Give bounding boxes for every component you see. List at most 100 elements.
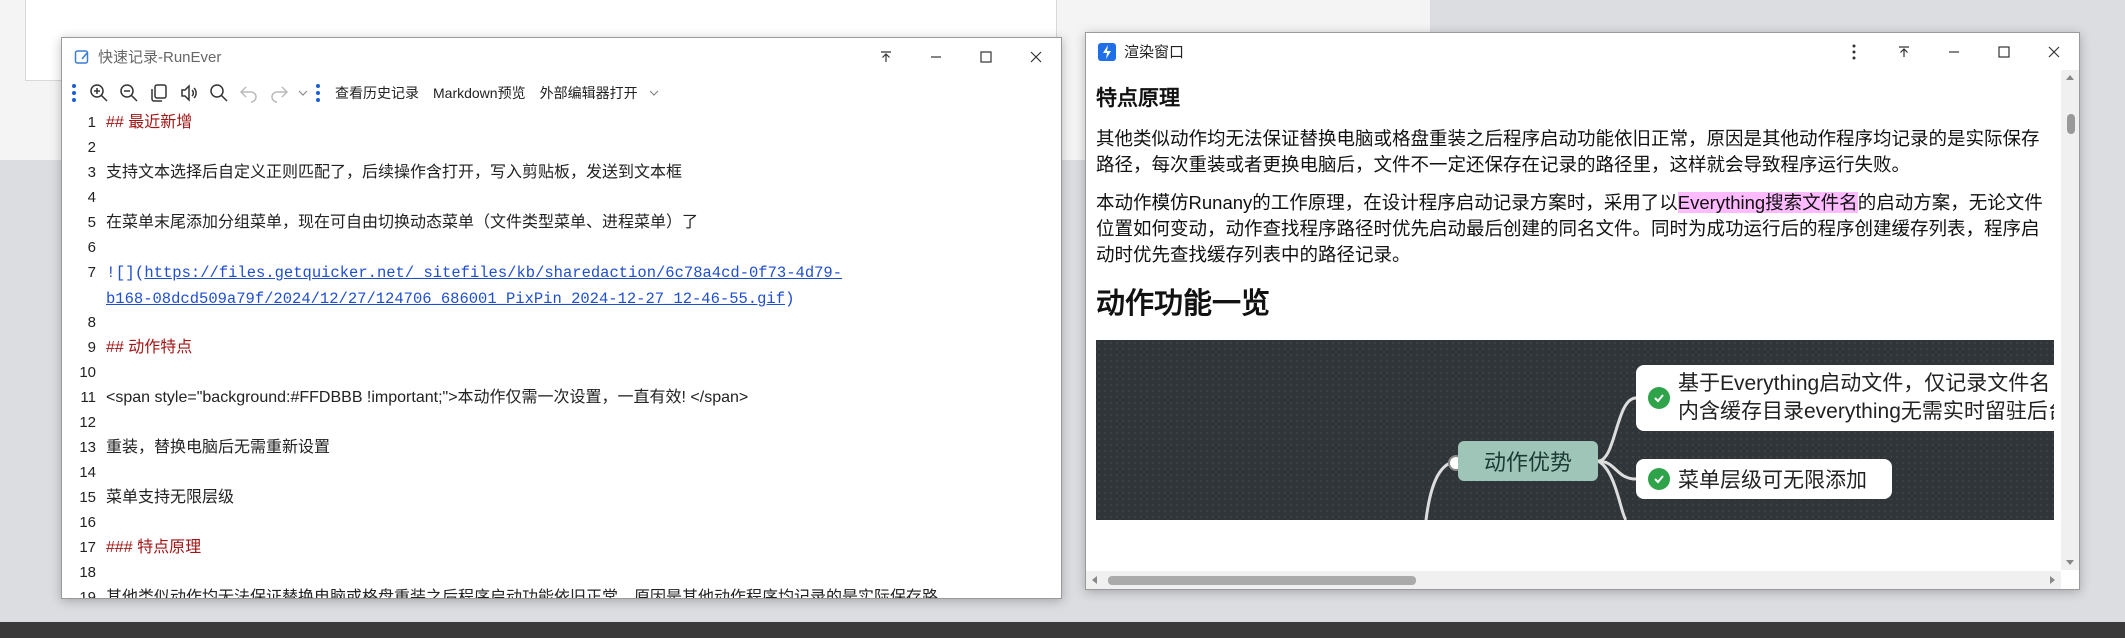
horizontal-scrollbar[interactable]	[1086, 571, 2061, 589]
check-icon	[1648, 387, 1670, 409]
render-titlebar[interactable]: 渲染窗口	[1086, 33, 2079, 70]
image-url-part1[interactable]: https://files.getquicker.net/_sitefiles/…	[144, 264, 842, 282]
render-title: 渲染窗口	[1124, 44, 1185, 61]
line-text: ### 特点原理	[106, 539, 202, 556]
zoom-in-button[interactable]	[86, 80, 112, 106]
vertical-scroll-thumb[interactable]	[2067, 114, 2075, 134]
section-heading: 特点原理	[1096, 87, 1180, 110]
chevron-down-icon	[298, 90, 308, 96]
external-editor-button[interactable]: 外部编辑器打开	[535, 83, 643, 103]
line-number: 16	[79, 514, 96, 531]
line-text: 支持文本选择后自定义正则匹配了，后续操作含打开，写入剪贴板，发送到文本框	[106, 164, 683, 181]
line-number: 5	[87, 214, 96, 231]
close-icon	[1030, 51, 1042, 62]
minimize-button[interactable]	[911, 38, 961, 75]
close-button[interactable]	[1011, 38, 1061, 75]
code-line: 1 ## 最近新增	[62, 110, 1061, 135]
redo-dropdown-button[interactable]	[296, 80, 310, 106]
line-number: 7	[87, 264, 96, 281]
note-icon	[74, 49, 90, 65]
line-number: 9	[87, 339, 96, 356]
line-number: 4	[87, 189, 96, 206]
maximize-icon	[1998, 45, 2010, 58]
maximize-icon	[980, 50, 992, 63]
scroll-left-icon[interactable]	[1090, 575, 1098, 585]
scroll-up-icon[interactable]	[2065, 73, 2075, 81]
code-line: 18	[62, 560, 1061, 585]
code-line: 14	[62, 460, 1061, 485]
scroll-down-icon[interactable]	[2065, 559, 2075, 567]
render-window: 渲染窗口 特点原理 其他类似动作均无法保证替换电脑或格盘重装之后程序启动功能依旧…	[1085, 32, 2080, 590]
line-number: 15	[79, 489, 96, 506]
horizontal-scroll-thumb[interactable]	[1108, 576, 1416, 585]
paragraph: 其他类似动作均无法保证替换电脑或格盘重装之后程序启动功能依旧正常，原因是其他动作…	[1096, 128, 2040, 175]
code-line: 6	[62, 235, 1061, 260]
history-button[interactable]: 查看历史记录	[330, 83, 424, 103]
line-number: 13	[79, 439, 96, 456]
line-number: 6	[87, 239, 96, 256]
mindmap-image: 动作优势 基于Everything启动文件，仅记录文件名 内含缓存目录every…	[1096, 340, 2054, 520]
image-url-part2[interactable]: b168-08dcd509a79f/2024/12/27/124706_6860…	[106, 290, 785, 308]
vertical-scrollbar[interactable]	[2061, 70, 2079, 570]
toolbar-grip-icon[interactable]	[72, 83, 76, 102]
line-number: 19	[79, 589, 96, 599]
line-number: 12	[79, 414, 96, 431]
zoom-out-button[interactable]	[116, 80, 142, 106]
line-text: ## 最近新增	[106, 114, 193, 131]
search-icon	[210, 83, 228, 102]
redo-icon	[271, 85, 289, 103]
pin-button[interactable]	[861, 38, 911, 75]
link-prefix: ![](	[106, 264, 145, 282]
line-number: 11	[80, 389, 96, 406]
maximize-button[interactable]	[1979, 33, 2029, 70]
more-vertical-icon	[1852, 44, 1856, 59]
pin-button[interactable]	[1879, 33, 1929, 70]
paragraph-text: 本动作模仿Runany的工作原理，在设计程序启动记录方案时，采用了以	[1096, 192, 1678, 213]
more-dropdown-button[interactable]	[647, 80, 661, 106]
code-line: 4	[62, 185, 1061, 210]
code-line: 11 <span style="background:#FFDBBB !impor…	[62, 385, 1061, 410]
code-line: 15 菜单支持无限层级	[62, 485, 1061, 510]
read-aloud-button[interactable]	[176, 80, 202, 106]
editor-window: 快速记录-RunEver 查看历史记录 Markdown预览 外部编辑器打开 1…	[61, 37, 1062, 599]
markdown-preview-button[interactable]: Markdown预览	[428, 83, 531, 103]
link-suffix: )	[785, 290, 795, 308]
code-line: 9 ## 动作特点	[62, 335, 1061, 360]
pin-icon	[1899, 45, 1909, 57]
pin-icon	[881, 50, 891, 62]
line-number: 1	[87, 114, 96, 131]
copy-button[interactable]	[146, 80, 172, 106]
search-button[interactable]	[206, 80, 232, 106]
code-line: 16	[62, 510, 1061, 535]
maximize-button[interactable]	[961, 38, 1011, 75]
minimize-button[interactable]	[1929, 33, 1979, 70]
code-line: 2	[62, 135, 1061, 160]
line-number: 17	[79, 539, 96, 556]
line-number: 18	[79, 564, 96, 581]
code-line: 13 重装，替换电脑后无需重新设置	[62, 435, 1061, 460]
zoom-in-icon	[90, 83, 108, 102]
line-number: 8	[87, 314, 96, 331]
minimize-icon	[931, 55, 941, 58]
editor-window-controls	[861, 38, 1061, 75]
editor-titlebar[interactable]: 快速记录-RunEver	[62, 38, 1061, 75]
undo-button[interactable]	[236, 80, 262, 106]
code-line: 19 其他类似动作均无法保证替换电脑或格盘重装之后程序启动功能依旧正常，原因是其他…	[62, 585, 1061, 599]
section-heading-large: 动作功能一览	[1096, 288, 1271, 320]
check-icon	[1648, 468, 1670, 490]
line-text: ## 动作特点	[106, 339, 193, 356]
taskbar	[0, 622, 2125, 638]
scroll-right-icon[interactable]	[2049, 575, 2057, 585]
code-line: 8	[62, 310, 1061, 335]
line-number: 2	[87, 139, 96, 156]
close-button[interactable]	[2029, 33, 2079, 70]
line-text: 其他类似动作均无法保证替换电脑或格盘重装之后程序启动功能依旧正常，原因是其他动作…	[106, 589, 939, 599]
more-options-button[interactable]	[1829, 33, 1879, 70]
redo-button[interactable]	[266, 80, 292, 106]
markdown-editor[interactable]: 1 ## 最近新增 2 3 支持文本选择后自定义正则匹配了，后续操作含打开，写入剪贴…	[62, 110, 1061, 598]
code-line: 3 支持文本选择后自定义正则匹配了，后续操作含打开，写入剪贴板，发送到文本框	[62, 160, 1061, 185]
copy-icon	[151, 83, 167, 102]
code-line: 17 ### 特点原理	[62, 535, 1061, 560]
app-logo-icon	[1098, 42, 1116, 61]
mindmap-leaf-node: 菜单层级可无限添加	[1636, 459, 1892, 499]
